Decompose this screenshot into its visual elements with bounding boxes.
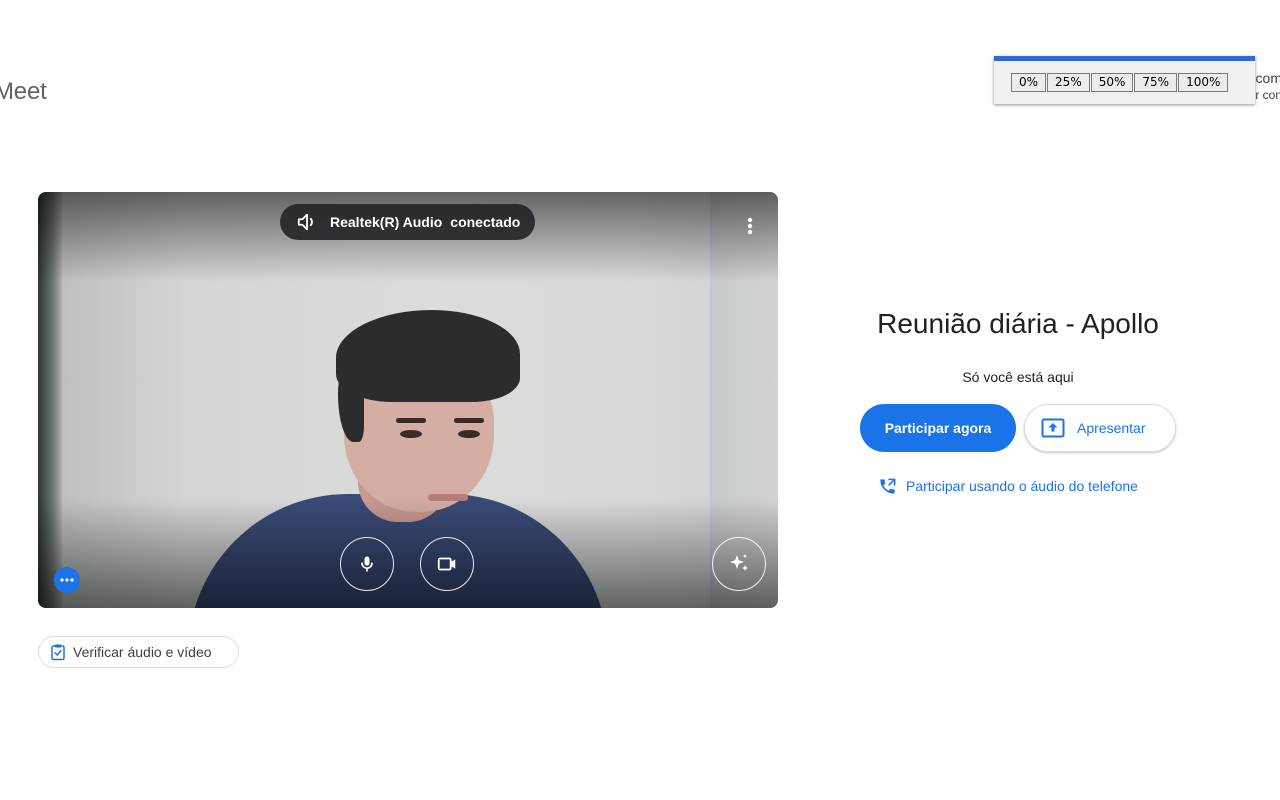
clipped-header-text: com <box>1255 70 1280 86</box>
visual-effects-button[interactable] <box>712 537 766 591</box>
audio-device-status: conectado <box>450 214 521 230</box>
sparkle-icon <box>730 554 748 571</box>
more-vert-icon <box>747 217 753 235</box>
present-label: Apresentar <box>1077 420 1146 436</box>
join-by-phone-label: Participar usando o áudio do telefone <box>906 478 1138 494</box>
join-now-button[interactable]: Participar agora <box>860 404 1016 452</box>
audio-device-name: Realtek(R) Audio <box>330 214 443 230</box>
phone-forward-icon <box>880 478 896 494</box>
present-button[interactable]: Apresentar <box>1024 404 1176 452</box>
presence-status: Só você está aqui <box>962 369 1074 385</box>
video-bottom-gradient <box>38 498 778 608</box>
person-left-eye <box>400 430 422 438</box>
zoom-option-0[interactable]: 0% <box>1011 73 1047 92</box>
zoom-option-25[interactable]: 25% <box>1047 73 1090 92</box>
check-audio-video-label: Verificar áudio e vídeo <box>73 644 212 660</box>
present-screen-icon <box>1041 418 1065 438</box>
videocam-icon <box>437 557 456 571</box>
clipboard-check-icon <box>51 644 65 661</box>
meeting-title: Reunião diária - Apollo <box>877 308 1159 339</box>
person-hair-side <box>338 362 364 442</box>
person-right-brow <box>454 418 484 423</box>
zoom-option-100[interactable]: 100% <box>1178 73 1229 92</box>
microphone-toggle-button[interactable] <box>340 537 394 591</box>
mic-icon <box>361 556 373 572</box>
audio-device-pill[interactable]: Realtek(R) Audio conectado <box>280 204 535 240</box>
more-options-button[interactable] <box>736 212 764 240</box>
zoom-popup: 0% 25% 50% 75% 100% <box>994 56 1255 104</box>
more-actions-button[interactable] <box>54 567 80 593</box>
join-by-phone-link[interactable]: Participar usando o áudio do telefone <box>878 476 1138 496</box>
person-right-eye <box>458 430 480 438</box>
zoom-option-75[interactable]: 75% <box>1134 73 1178 92</box>
zoom-option-50[interactable]: 50% <box>1090 73 1134 92</box>
clipped-header-subtext: r con <box>1255 88 1280 102</box>
person-left-brow <box>396 418 426 423</box>
check-audio-video-button[interactable]: Verificar áudio e vídeo <box>38 636 239 668</box>
video-preview: Realtek(R) Audio conectado <box>38 192 778 608</box>
meet-logo-text: Meet <box>0 78 47 105</box>
more-horiz-icon <box>60 578 74 582</box>
speaker-icon <box>296 211 318 233</box>
camera-toggle-button[interactable] <box>420 537 474 591</box>
join-now-label: Participar agora <box>884 420 992 436</box>
